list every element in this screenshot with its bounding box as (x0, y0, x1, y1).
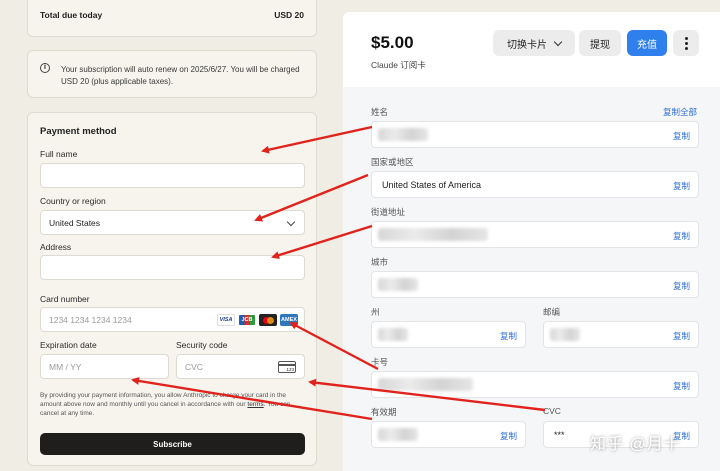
copy-street-button[interactable]: 复制 (673, 230, 690, 242)
chevron-down-icon (553, 37, 563, 46)
country-select[interactable]: United States (40, 210, 305, 235)
more-vertical-icon (684, 36, 688, 40)
more-options-button[interactable] (673, 30, 699, 56)
zip-redacted (550, 328, 580, 341)
legal-text: By providing your payment information, y… (40, 392, 291, 417)
copy-card-number-button[interactable]: 复制 (673, 380, 690, 392)
city-label: 城市 (371, 257, 389, 267)
street-label: 街道地址 (371, 207, 406, 217)
amex-icon: AMEX (280, 314, 298, 326)
topup-button[interactable]: 充值 (627, 30, 667, 56)
expiration-placeholder: MM / YY (49, 361, 82, 372)
card-details: 姓名 复制全部 复制 国家或地区 United States of Americ… (343, 87, 720, 471)
payment-method-card: Payment method Full name Country or regi… (27, 112, 317, 466)
total-row: Total due today USD 20 (40, 10, 304, 20)
copy-country-button[interactable]: 复制 (673, 180, 690, 192)
address-label: Address (40, 242, 72, 252)
card-name: Claude 订阅卡 (371, 60, 426, 70)
total-card: Total due today USD 20 (27, 0, 317, 37)
security-code-input[interactable]: CVC 123 (176, 354, 305, 379)
state-redacted (378, 328, 408, 341)
card-number-label: 卡号 (371, 357, 389, 367)
cvc-label: CVC (543, 406, 561, 416)
name-label: 姓名 (371, 107, 389, 117)
full-name-label: Full name (40, 149, 78, 159)
renew-note-text: Your subscription will auto renew on 202… (61, 65, 300, 86)
total-value: USD 20 (274, 10, 304, 20)
copy-name-button[interactable]: 复制 (673, 130, 690, 142)
country-value: United States of America (382, 180, 482, 190)
terms-link[interactable]: terms (247, 401, 263, 408)
city-field: 复制 (371, 271, 699, 298)
cvc-card-icon: 123 (278, 361, 296, 373)
card-number-redacted (378, 378, 473, 391)
info-icon: i (40, 63, 50, 73)
card-number-label: Card number (40, 294, 90, 304)
country-label: 国家或地区 (371, 157, 414, 167)
expiry-label: 有效期 (371, 407, 397, 417)
mastercard-icon (259, 314, 277, 326)
security-code-label: Security code (176, 340, 228, 350)
name-redacted (378, 128, 428, 141)
renew-note-card: i Your subscription will auto renew on 2… (27, 50, 317, 98)
checkout-panel: Total due today USD 20 i Your subscripti… (0, 0, 330, 471)
country-value: United States (49, 217, 101, 228)
name-field: 复制 (371, 121, 699, 148)
city-redacted (378, 278, 418, 291)
jcb-icon: JCB (238, 314, 256, 326)
cvc-value: *** (554, 430, 565, 440)
expiration-input[interactable]: MM / YY (40, 354, 169, 379)
card-brands: VISA JCB AMEX (217, 314, 298, 326)
card-number-field: 复制 (371, 371, 699, 398)
street-field: 复制 (371, 221, 699, 248)
card-number-placeholder: 1234 1234 1234 1234 (49, 314, 132, 325)
watermark: 知乎 @月十 (590, 436, 681, 453)
state-field: 复制 (371, 321, 526, 348)
expiry-field: 复制 (371, 421, 526, 448)
country-label: Country or region (40, 196, 106, 206)
security-code-placeholder: CVC (185, 361, 203, 372)
full-name-input[interactable] (40, 163, 305, 188)
zip-label: 邮编 (543, 307, 561, 317)
address-input[interactable] (40, 255, 305, 280)
zip-field: 复制 (543, 321, 699, 348)
country-field: United States of America 复制 (371, 171, 699, 198)
copy-state-button[interactable]: 复制 (500, 330, 517, 342)
state-label: 州 (371, 307, 380, 317)
total-label: Total due today (40, 10, 103, 20)
expiry-redacted (378, 428, 418, 441)
payment-method-title: Payment method (40, 126, 117, 137)
switch-card-button[interactable]: 切换卡片 (493, 30, 575, 56)
copy-zip-button[interactable]: 复制 (673, 330, 690, 342)
virtual-card-panel: $5.00 Claude 订阅卡 切换卡片 提现 充值 姓名 复制全部 复制 国… (343, 12, 720, 471)
copy-expiry-button[interactable]: 复制 (500, 430, 517, 442)
withdraw-button[interactable]: 提现 (579, 30, 621, 56)
expiration-label: Expiration date (40, 340, 97, 350)
copy-city-button[interactable]: 复制 (673, 280, 690, 292)
chevron-down-icon (286, 217, 296, 227)
card-balance: $5.00 (371, 33, 414, 52)
visa-icon: VISA (217, 314, 235, 326)
street-redacted (378, 228, 488, 241)
card-number-input[interactable]: 1234 1234 1234 1234 VISA JCB AMEX (40, 307, 305, 332)
subscribe-button[interactable]: Subscribe (40, 433, 305, 455)
copy-all-button[interactable]: 复制全部 (663, 106, 697, 118)
